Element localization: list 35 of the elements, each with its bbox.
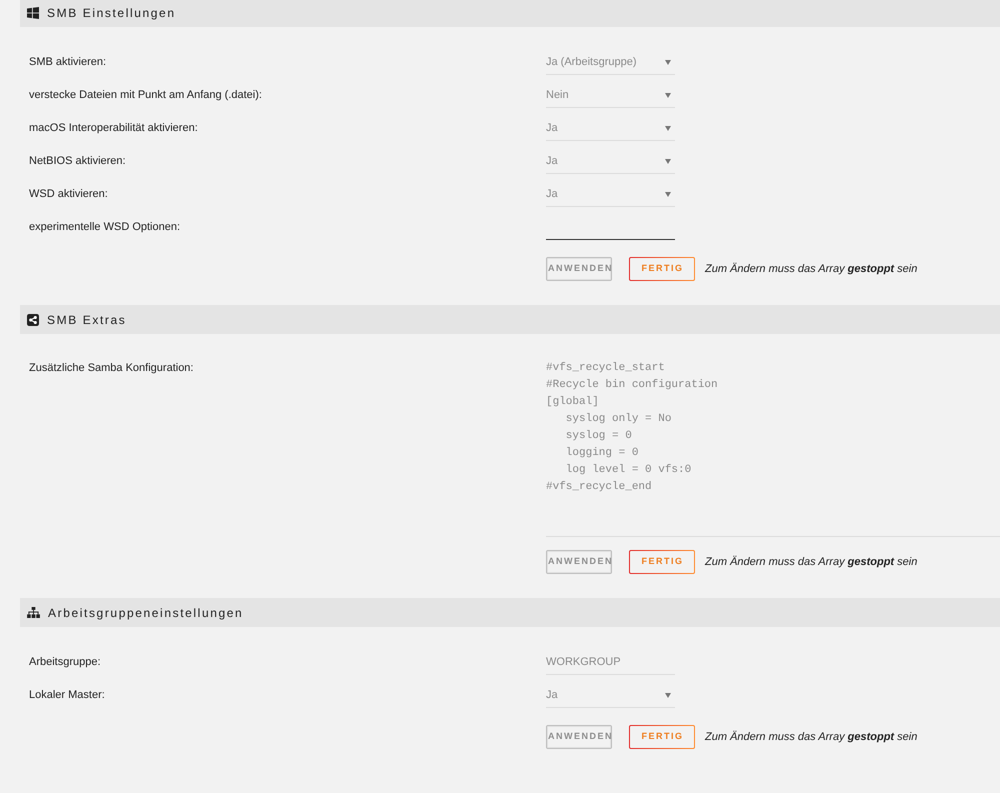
section-title: SMB Extras (47, 312, 126, 328)
select-field[interactable]: Ja (546, 116, 675, 141)
caret-icon (665, 192, 671, 196)
action-button[interactable]: FERTIG (629, 550, 695, 574)
field-label: macOS Interoperabilität aktivieren: (29, 121, 199, 136)
window-panes-icon (27, 6, 39, 18)
field-label: experimentelle WSD Optionen: (29, 220, 182, 236)
select-field[interactable]: Ja (546, 683, 675, 708)
section-title: Arbeitsgruppeneinstellungen (48, 604, 244, 622)
select-field[interactable]: Ja (546, 149, 675, 174)
share-icon (27, 314, 39, 326)
select-field[interactable]: Nein (546, 83, 675, 108)
note-text: Zum Ändern muss das Array gestoppt sein (705, 262, 918, 277)
caret-icon (665, 126, 671, 130)
note-text: Zum Ändern muss das Array gestoppt sein (705, 554, 918, 570)
config-textarea[interactable]: #vfs_recycle_start #Recycle bin configuration [global] syslog only = No syslog = 0 logging = 0 log level = 0 vfs:0 #vfs_recycle_end (546, 360, 1000, 537)
field-label: WSD aktivieren: (29, 187, 109, 202)
text-field[interactable]: WORKGROUP (546, 650, 675, 675)
select-field[interactable]: Ja (Arbeitsgruppe) (546, 50, 675, 75)
field-label: Arbeitsgruppe: (29, 655, 102, 670)
caret-icon (665, 692, 671, 698)
action-button[interactable]: FERTIG (629, 725, 695, 749)
caret-icon (665, 158, 671, 164)
caret-icon (665, 92, 671, 98)
field-label: verstecke Dateien mit Punkt am Anfang (.datei): (29, 88, 263, 104)
section-title: SMB Einstellungen (47, 4, 176, 22)
action-button[interactable]: FERTIG (629, 257, 695, 281)
select-field[interactable]: Ja (546, 182, 675, 207)
caret-icon (665, 60, 671, 64)
field-label: NetBIOS aktivieren: (29, 154, 127, 170)
field-label: Zusätzliche Samba Konfiguration: (29, 361, 194, 376)
field-label: SMB aktivieren: (29, 55, 108, 70)
field-label: Lokaler Master: (29, 688, 106, 704)
note-text: Zum Ändern muss das Array gestoppt sein (705, 730, 918, 745)
hierarchy-icon (27, 607, 40, 618)
